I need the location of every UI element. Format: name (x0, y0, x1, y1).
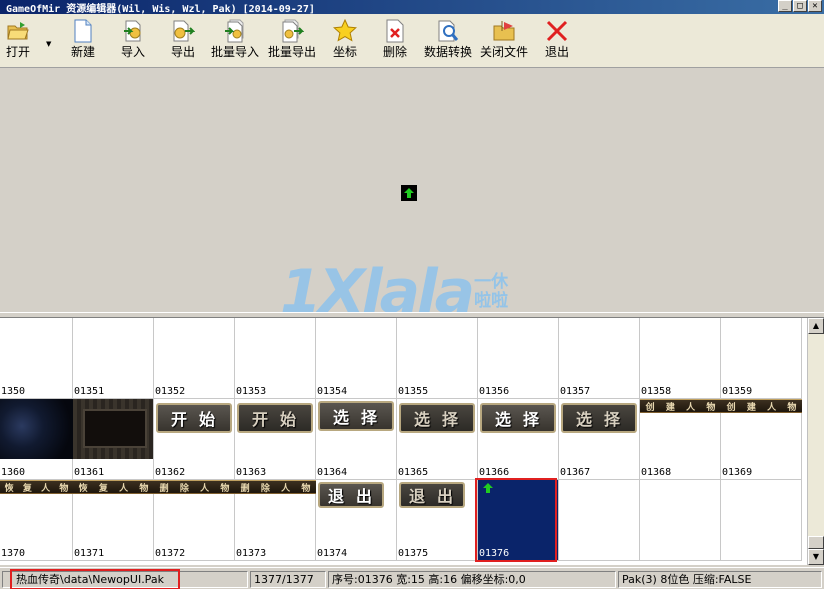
grid-cell[interactable]: 01354 (316, 318, 397, 399)
background-thumbnail (0, 399, 73, 459)
status-image-info: 序号:01376 宽:15 高:16 偏移坐标:0,0 (328, 571, 616, 588)
image-grid: 1350 01351 01352 01353 01354 01355 01356… (0, 318, 807, 565)
start-button-thumbnail: 开始 (156, 403, 232, 433)
batch-export-button[interactable]: 批量导出 (268, 18, 316, 66)
grid-cell[interactable]: 01356 (478, 318, 559, 399)
maximize-button[interactable]: □ (793, 0, 807, 12)
delete-button[interactable]: 删除 (383, 18, 407, 66)
export-button[interactable]: 导出 (171, 18, 195, 66)
grid-cell[interactable]: 01352 (154, 318, 235, 399)
path-highlight (10, 569, 180, 589)
app-window: GameOfMir 资源编辑器(Wil, Wis, Wzl, Pak) [201… (0, 0, 824, 589)
batch-import-icon (223, 18, 247, 44)
toolbar: 打开 ▼ 新建 导入 导出 批量导入 批量导出 坐标 删除 数据转换 关闭文件 … (0, 14, 824, 68)
scroll-up-button[interactable]: ▲ (808, 318, 824, 334)
grid-cell[interactable]: 01357 (559, 318, 640, 399)
grid-cell[interactable]: 创建人物 01369 (721, 399, 802, 480)
open-dropdown-icon[interactable]: ▼ (46, 40, 51, 48)
x-icon (545, 18, 569, 44)
grid-cell[interactable]: 开始 01362 (154, 399, 235, 480)
data-convert-button[interactable]: 数据转换 (424, 18, 472, 66)
grid-cell[interactable]: 恢复人物 01371 (73, 480, 154, 561)
import-icon (121, 18, 145, 44)
close-folder-icon (492, 18, 516, 44)
title-bar: GameOfMir 资源编辑器(Wil, Wis, Wzl, Pak) [201… (0, 0, 824, 15)
exit-button[interactable]: 退出 (545, 18, 569, 66)
up-arrow-icon (404, 188, 414, 198)
grid-cell[interactable]: 选择 01364 (316, 399, 397, 480)
grid-cell[interactable]: 01361 (73, 399, 154, 480)
grid-cell[interactable] (640, 480, 721, 561)
grid-cell[interactable]: 退出 01374 (316, 480, 397, 561)
export-icon (171, 18, 195, 44)
grid-cell[interactable]: 删除人物 01372 (154, 480, 235, 561)
close-window-button[interactable]: ✕ (808, 0, 822, 12)
restore-character-thumbnail: 恢复人物 (0, 480, 73, 494)
grid-cell[interactable]: 01353 (235, 318, 316, 399)
window-controls: _ □ ✕ (778, 0, 822, 12)
delete-character-thumbnail: 删除人物 (235, 480, 316, 494)
batch-import-button[interactable]: 批量导入 (211, 18, 259, 66)
grid-cell[interactable]: 开始 01363 (235, 399, 316, 480)
grid-cell[interactable]: 选择 01366 (478, 399, 559, 480)
grid-cell[interactable]: 退出 01375 (397, 480, 478, 561)
exit-button-thumbnail: 退出 (318, 482, 384, 508)
exit-button-thumbnail: 退出 (399, 482, 465, 508)
grid-cell[interactable]: 1360 (0, 399, 73, 480)
select-button-thumbnail: 选择 (480, 403, 556, 433)
grid-cell[interactable] (721, 480, 802, 561)
grid-scrollbar[interactable]: ▲ ▼ (807, 318, 824, 565)
grid-cell[interactable]: 选择 01365 (397, 399, 478, 480)
star-icon (333, 18, 357, 44)
grid-cell[interactable]: 01359 (721, 318, 802, 399)
convert-icon (436, 18, 460, 44)
create-character-thumbnail: 创建人物 (721, 399, 802, 413)
grid-cell[interactable]: 选择 01367 (559, 399, 640, 480)
scroll-down-button[interactable]: ▼ (808, 549, 824, 565)
delete-file-icon (383, 18, 407, 44)
close-file-button[interactable]: 关闭文件 (480, 18, 528, 66)
coordinates-button[interactable]: 坐标 (333, 18, 357, 66)
grid-cell[interactable]: 01355 (397, 318, 478, 399)
minimize-button[interactable]: _ (778, 0, 792, 12)
preview-image (401, 185, 417, 201)
open-button[interactable]: 打开 (6, 18, 30, 66)
scroll-thumb[interactable] (808, 536, 824, 549)
import-button[interactable]: 导入 (121, 18, 145, 66)
status-format: Pak(3) 8位色 压缩:FALSE (618, 571, 822, 588)
grid-cell[interactable]: 01351 (73, 318, 154, 399)
create-character-thumbnail: 创建人物 (640, 399, 721, 413)
door-thumbnail (73, 399, 153, 459)
selection-highlight (475, 478, 557, 562)
new-file-icon (71, 18, 95, 44)
status-count: 1377/1377 (250, 571, 326, 588)
grid-cell[interactable] (559, 480, 640, 561)
delete-character-thumbnail: 删除人物 (154, 480, 235, 494)
grid-cell[interactable]: 1350 (0, 318, 73, 399)
new-button[interactable]: 新建 (71, 18, 95, 66)
folder-open-icon (6, 18, 30, 44)
select-button-thumbnail: 选择 (561, 403, 637, 433)
grid-cell[interactable]: 创建人物 01368 (640, 399, 721, 480)
select-button-thumbnail: 选择 (318, 401, 394, 431)
window-title: GameOfMir 资源编辑器(Wil, Wis, Wzl, Pak) [201… (6, 3, 315, 15)
grid-cell[interactable]: 01358 (640, 318, 721, 399)
restore-character-thumbnail: 恢复人物 (73, 480, 154, 494)
grid-cell[interactable]: 恢复人物 1370 (0, 480, 73, 561)
start-button-thumbnail: 开始 (237, 403, 313, 433)
batch-export-icon (280, 18, 304, 44)
image-preview-panel: 1Xlala 一休 啦啦 (0, 69, 824, 322)
select-button-thumbnail: 选择 (399, 403, 475, 433)
grid-cell[interactable]: 删除人物 01373 (235, 480, 316, 561)
status-bar: 热血传奇\data\NewopUI.Pak 1377/1377 序号:01376… (0, 567, 824, 589)
